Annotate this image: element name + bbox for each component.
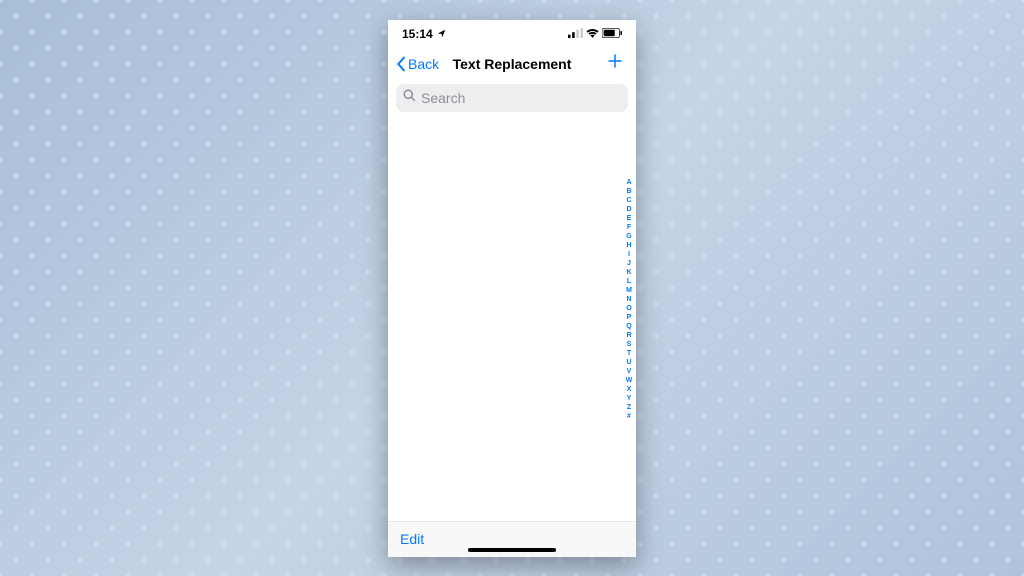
phone-frame: 15:14 Back Text Replacement	[388, 20, 636, 557]
status-right	[568, 27, 622, 41]
search-icon	[403, 89, 416, 107]
add-button[interactable]	[606, 52, 628, 75]
back-label: Back	[408, 56, 439, 72]
index-letter[interactable]: C	[624, 196, 634, 205]
battery-icon	[602, 27, 622, 41]
signal-icon	[568, 27, 583, 41]
index-letter[interactable]: F	[624, 223, 634, 232]
back-button[interactable]: Back	[396, 56, 439, 72]
index-letter[interactable]: #	[624, 412, 634, 421]
index-letter[interactable]: E	[624, 214, 634, 223]
index-letter[interactable]: K	[624, 268, 634, 277]
index-letter[interactable]: W	[624, 376, 634, 385]
index-letter[interactable]: A	[624, 178, 634, 187]
index-letter[interactable]: R	[624, 331, 634, 340]
index-letter[interactable]: X	[624, 385, 634, 394]
index-letter[interactable]: S	[624, 340, 634, 349]
index-letter[interactable]: L	[624, 277, 634, 286]
search-input[interactable]	[421, 90, 621, 106]
index-bar[interactable]: ABCDEFGHIJKLMNOPQRSTUVWXYZ#	[624, 178, 634, 421]
status-left: 15:14	[402, 27, 446, 41]
edit-button[interactable]: Edit	[400, 531, 424, 547]
index-letter[interactable]: I	[624, 250, 634, 259]
index-letter[interactable]: M	[624, 286, 634, 295]
index-letter[interactable]: G	[624, 232, 634, 241]
index-letter[interactable]: P	[624, 313, 634, 322]
status-time: 15:14	[402, 27, 433, 41]
index-letter[interactable]: Y	[624, 394, 634, 403]
index-letter[interactable]: D	[624, 205, 634, 214]
home-indicator[interactable]	[468, 548, 556, 552]
content-area: ABCDEFGHIJKLMNOPQRSTUVWXYZ#	[388, 118, 636, 521]
page-title: Text Replacement	[453, 56, 572, 72]
index-letter[interactable]: Q	[624, 322, 634, 331]
index-letter[interactable]: J	[624, 259, 634, 268]
index-letter[interactable]: O	[624, 304, 634, 313]
index-letter[interactable]: U	[624, 358, 634, 367]
nav-bar: Back Text Replacement	[388, 48, 636, 80]
status-bar: 15:14	[388, 20, 636, 48]
wifi-icon	[586, 27, 599, 41]
search-field[interactable]	[396, 84, 628, 112]
search-container	[388, 80, 636, 118]
index-letter[interactable]: H	[624, 241, 634, 250]
index-letter[interactable]: N	[624, 295, 634, 304]
location-icon	[437, 27, 446, 41]
index-letter[interactable]: B	[624, 187, 634, 196]
index-letter[interactable]: V	[624, 367, 634, 376]
index-letter[interactable]: Z	[624, 403, 634, 412]
index-letter[interactable]: T	[624, 349, 634, 358]
